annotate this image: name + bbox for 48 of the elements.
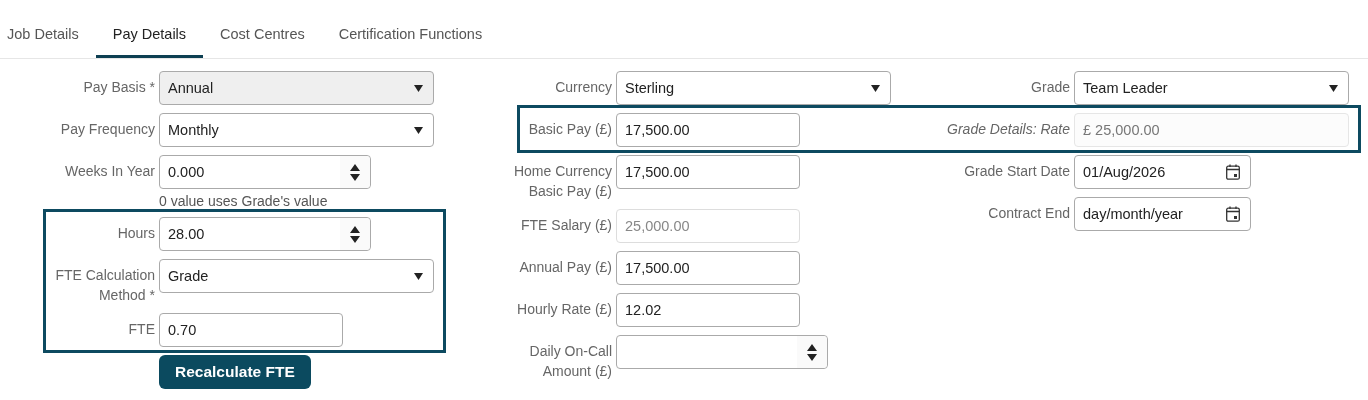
select-field[interactable]: Team Leader — [1074, 71, 1349, 105]
caret-icon — [1329, 84, 1338, 92]
field-label: Basic Pay (£) — [528, 120, 612, 139]
tab[interactable]: Pay Details — [95, 0, 204, 58]
input-field[interactable]: 17,500.00 — [616, 113, 800, 147]
caret-icon — [414, 84, 423, 92]
number-field[interactable]: 0.000 — [159, 155, 371, 189]
spinner-icon — [350, 225, 360, 243]
date-field[interactable]: 01/Aug/2026 — [1074, 155, 1251, 189]
field-label: Daily On-Call Amount (£) — [528, 342, 612, 381]
select-field[interactable]: Monthly — [159, 113, 434, 147]
field-label: Grade Details: Rate — [947, 120, 1070, 139]
field-label: Pay Frequency — [60, 120, 155, 139]
field-label: Hours — [117, 224, 155, 243]
input-field[interactable]: 17,500.00 — [616, 251, 800, 285]
input-field: £ 25,000.00 — [1074, 113, 1349, 147]
calendar-icon — [1226, 206, 1240, 222]
recalculate-button[interactable]: Recalculate FTE — [159, 355, 311, 389]
spinner-icon — [807, 343, 817, 361]
input-field[interactable]: 17,500.00 — [616, 155, 800, 189]
select-field[interactable]: Sterling — [616, 71, 891, 105]
number-field[interactable]: 28.00 — [159, 217, 371, 251]
spinner-icon — [350, 163, 360, 181]
field-label: Grade — [1031, 78, 1070, 97]
field-label: Pay Basis * — [83, 78, 155, 97]
field-label: FTE — [128, 320, 155, 339]
field-label: FTE Calculation Method * — [54, 266, 155, 305]
input-field[interactable]: 0.70 — [159, 313, 343, 347]
field-label: Contract End — [988, 204, 1070, 223]
caret-icon — [414, 272, 423, 280]
date-field[interactable]: day/month/year — [1074, 197, 1251, 231]
caret-icon — [414, 126, 423, 134]
tab[interactable]: Cost Centres — [203, 0, 322, 58]
input-field[interactable]: 12.02 — [616, 293, 800, 327]
select-field[interactable]: Grade — [159, 259, 434, 293]
field-label: Weeks In Year — [64, 162, 155, 181]
tab[interactable]: Job Details — [0, 0, 96, 58]
hint-text: 0 value uses Grade's value — [159, 193, 329, 209]
field-label: Annual Pay (£) — [519, 258, 612, 277]
number-field[interactable] — [616, 335, 828, 369]
field-label: Grade Start Date — [964, 162, 1070, 181]
field-label: Hourly Rate (£) — [517, 300, 612, 319]
calendar-icon — [1226, 164, 1240, 180]
field-label: Home Currency Basic Pay (£) — [512, 162, 612, 201]
field-label: FTE Salary (£) — [521, 216, 612, 235]
tab[interactable]: Certification Functions — [321, 0, 500, 58]
caret-icon — [871, 84, 880, 92]
field-label: Currency — [555, 78, 612, 97]
